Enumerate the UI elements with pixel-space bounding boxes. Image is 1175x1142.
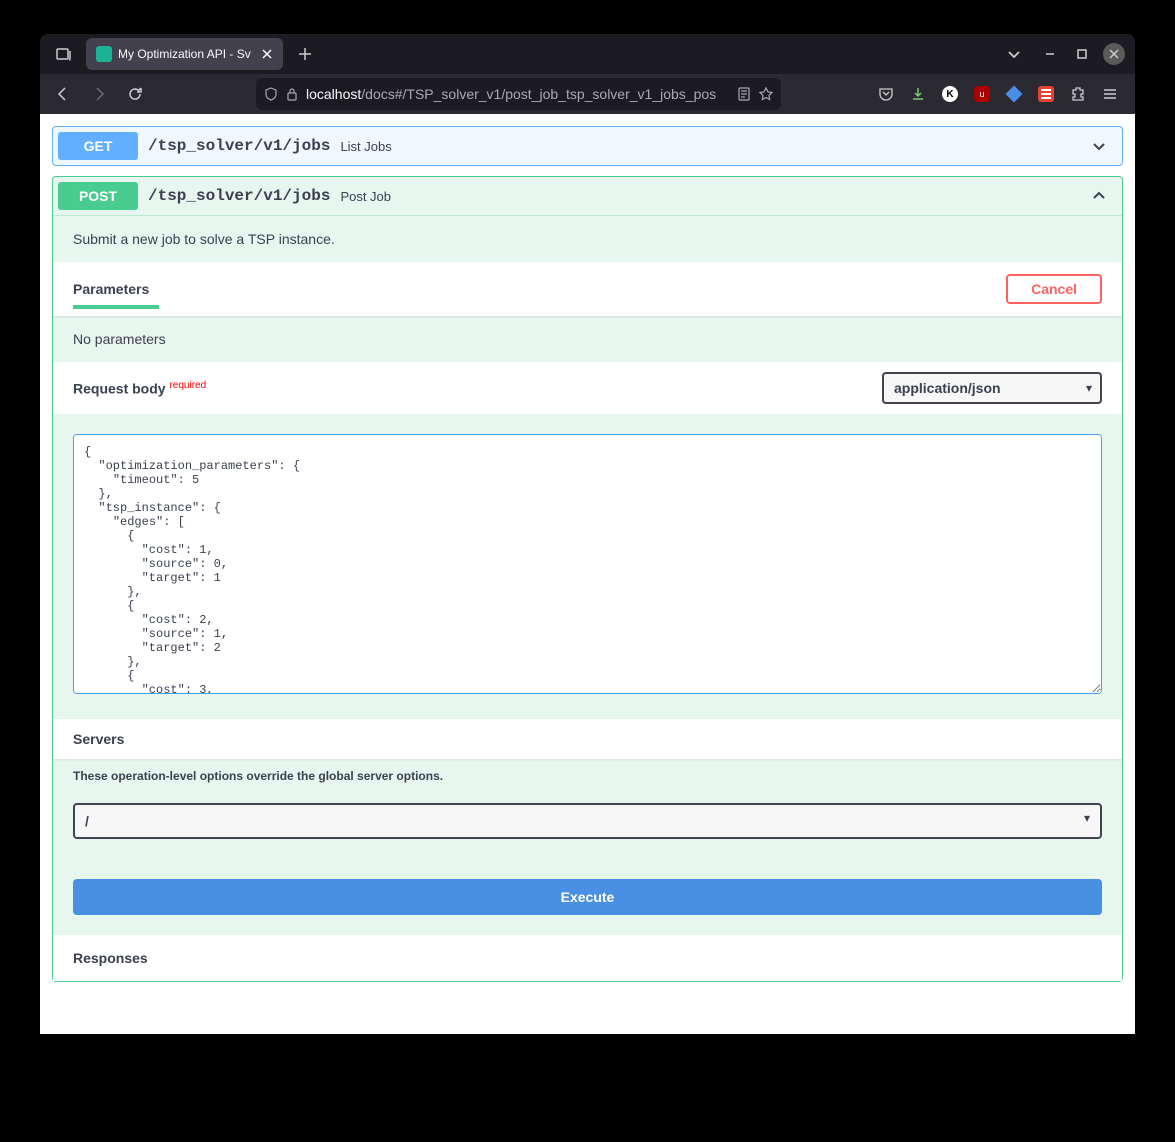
new-tab-button[interactable] bbox=[291, 40, 319, 68]
tab-title: My Optimization API - Sv bbox=[118, 47, 251, 61]
reader-icon[interactable] bbox=[737, 87, 751, 101]
diamond-icon[interactable] bbox=[1005, 85, 1023, 103]
cancel-button[interactable]: Cancel bbox=[1006, 274, 1102, 304]
endpoint-summary-text: List Jobs bbox=[340, 139, 391, 154]
servers-title: Servers bbox=[73, 731, 124, 747]
server-select[interactable]: / bbox=[73, 803, 1102, 839]
parameters-header: Parameters Cancel bbox=[53, 262, 1122, 316]
lock-icon bbox=[286, 87, 298, 101]
request-body-title: Request body required bbox=[73, 380, 206, 397]
page-content: GET /tsp_solver/v1/jobs List Jobs POST /… bbox=[40, 114, 1135, 1034]
endpoint-summary-post[interactable]: POST /tsp_solver/v1/jobs Post Job bbox=[53, 177, 1122, 215]
nav-bar: localhost/docs#/TSP_solver_v1/post_job_t… bbox=[40, 74, 1135, 114]
request-body-header: Request body required application/json bbox=[53, 362, 1122, 414]
execute-button[interactable]: Execute bbox=[73, 879, 1102, 915]
browser-tab[interactable]: My Optimization API - Sv bbox=[86, 38, 283, 70]
request-body-textarea[interactable] bbox=[73, 434, 1102, 694]
tab-overview-icon[interactable] bbox=[50, 40, 78, 68]
extensions-icon[interactable] bbox=[1069, 85, 1087, 103]
maximize-button[interactable] bbox=[1071, 43, 1093, 65]
shield-icon bbox=[264, 87, 278, 101]
no-parameters-text: No parameters bbox=[53, 316, 1122, 362]
bookmark-icon[interactable] bbox=[759, 87, 773, 101]
url-bar[interactable]: localhost/docs#/TSP_solver_v1/post_job_t… bbox=[256, 78, 781, 110]
tab-list-button[interactable] bbox=[999, 39, 1029, 69]
ublock-icon[interactable]: u bbox=[973, 85, 991, 103]
k-badge-icon[interactable]: K bbox=[941, 85, 959, 103]
todoist-icon[interactable] bbox=[1037, 85, 1055, 103]
tab-bar: My Optimization API - Sv bbox=[40, 34, 1135, 74]
endpoint-description: Submit a new job to solve a TSP instance… bbox=[53, 216, 1122, 262]
chevron-up-icon bbox=[1081, 188, 1117, 204]
url-text: localhost/docs#/TSP_solver_v1/post_job_t… bbox=[306, 86, 729, 102]
minimize-button[interactable] bbox=[1039, 43, 1061, 65]
close-window-button[interactable] bbox=[1103, 43, 1125, 65]
servers-header: Servers bbox=[53, 719, 1122, 759]
method-badge-get: GET bbox=[58, 132, 138, 160]
pocket-icon[interactable] bbox=[877, 85, 895, 103]
download-icon[interactable] bbox=[909, 85, 927, 103]
responses-title: Responses bbox=[53, 935, 1122, 981]
tab-close-icon[interactable] bbox=[261, 48, 273, 60]
endpoint-post-jobs: POST /tsp_solver/v1/jobs Post Job Submit… bbox=[52, 176, 1123, 982]
chevron-down-icon bbox=[1081, 138, 1117, 154]
parameters-title: Parameters bbox=[73, 281, 149, 297]
method-badge-post: POST bbox=[58, 182, 138, 210]
servers-note: These operation-level options override t… bbox=[53, 759, 1122, 793]
browser-window: My Optimization API - Sv bbox=[40, 34, 1135, 1034]
forward-button[interactable] bbox=[84, 79, 114, 109]
endpoint-get-jobs: GET /tsp_solver/v1/jobs List Jobs bbox=[52, 126, 1123, 166]
endpoint-path: /tsp_solver/v1/jobs bbox=[148, 187, 330, 205]
endpoint-summary-text: Post Job bbox=[340, 189, 391, 204]
back-button[interactable] bbox=[48, 79, 78, 109]
favicon-icon bbox=[96, 46, 112, 62]
endpoint-body: Submit a new job to solve a TSP instance… bbox=[53, 215, 1122, 981]
endpoint-path: /tsp_solver/v1/jobs bbox=[148, 137, 330, 155]
endpoint-summary-get[interactable]: GET /tsp_solver/v1/jobs List Jobs bbox=[53, 127, 1122, 165]
content-type-select[interactable]: application/json bbox=[882, 372, 1102, 404]
menu-icon[interactable] bbox=[1101, 85, 1119, 103]
reload-button[interactable] bbox=[120, 79, 150, 109]
